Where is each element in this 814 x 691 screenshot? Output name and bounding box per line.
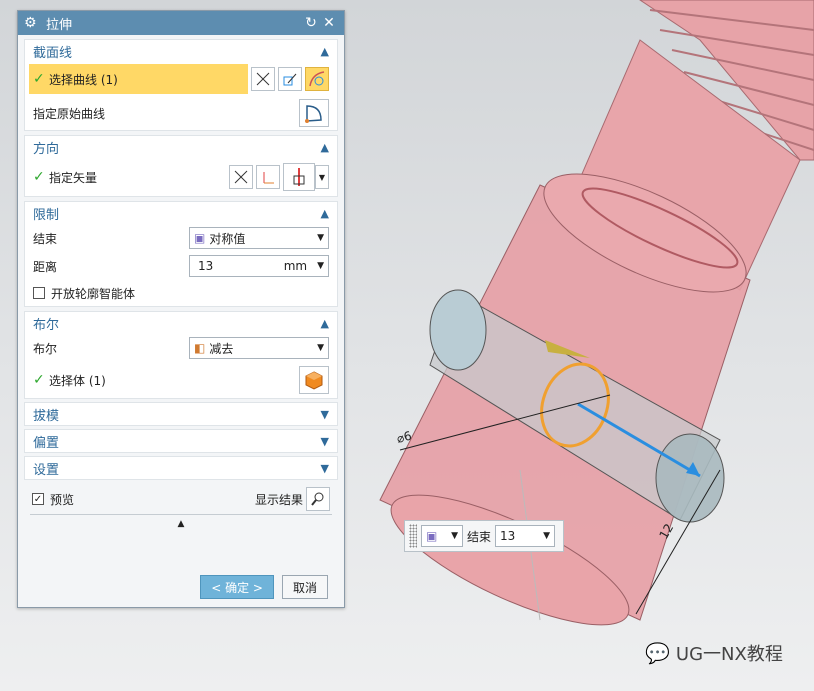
chevron-down-icon: ▼: [320, 461, 329, 475]
original-curve-row: 指定原始曲线: [25, 96, 337, 130]
chevron-up-icon: ▲: [320, 206, 329, 220]
section-header-label: 截面线: [33, 45, 73, 61]
chevron-down-icon[interactable]: ▼: [315, 165, 329, 189]
chevron-down-icon: ▼: [451, 531, 458, 541]
dialog-titlebar: ⚙ 拉伸 ↻ ✕: [18, 11, 344, 35]
boolean-group: 布尔 ▲ 布尔 ◧ 减去 ▼ ✓ 选择体 (1): [24, 311, 338, 399]
limits-header-label: 限制: [33, 207, 60, 223]
settings-group: 设置 ▼: [24, 456, 338, 480]
dialog-title: 拉伸: [46, 17, 73, 33]
draft-header[interactable]: 拔模 ▼: [25, 403, 337, 425]
preview-checkbox[interactable]: ✓: [32, 493, 44, 505]
end-row: 结束 ▣ 对称值 ▼: [25, 224, 337, 252]
limits-group: 限制 ▲ 结束 ▣ 对称值 ▼ 距离 13 mm ▼ 开放轮廓智能体: [24, 201, 338, 307]
checkmark-icon: ✓: [33, 372, 45, 388]
chevron-up-icon: ▲: [320, 316, 329, 330]
reverse-direction-icon[interactable]: [229, 165, 253, 189]
section-header[interactable]: 截面线 ▲: [25, 40, 337, 62]
distance-label: 距离: [33, 259, 58, 274]
draft-group: 拔模 ▼: [24, 402, 338, 426]
vector-type-icon[interactable]: [283, 163, 315, 191]
boolean-header[interactable]: 布尔 ▲: [25, 312, 337, 334]
open-profile-row: 开放轮廓智能体: [25, 280, 337, 306]
sketch-section-icon[interactable]: [278, 67, 302, 91]
watermark-text: UG一NX教程: [675, 644, 783, 665]
dialog-footer: < 确定 > 取消: [200, 575, 328, 599]
float-value: 13: [500, 529, 516, 543]
vector-row: ✓ 指定矢量 ▼: [25, 158, 337, 196]
end-select[interactable]: ▣ 对称值 ▼: [189, 227, 329, 249]
select-curve-row: ✓ 选择曲线 (1): [25, 62, 337, 96]
specify-vector-label: 指定矢量: [49, 170, 98, 185]
chevron-up-icon: ▲: [320, 140, 329, 154]
symmetric-icon: ▣: [194, 231, 206, 245]
chevron-up-icon: ▲: [320, 44, 329, 58]
cancel-button[interactable]: 取消: [281, 575, 328, 599]
gear-icon[interactable]: ⚙: [24, 15, 40, 31]
vector-dialog-icon[interactable]: [256, 165, 280, 189]
distance-row: 距离 13 mm ▼: [25, 252, 337, 280]
draft-header-label: 拔模: [33, 408, 60, 424]
extrude-dialog: ⚙ 拉伸 ↻ ✕ 截面线 ▲ ✓ 选择曲线 (1) 指定原始曲线 方向 ▲ ✓ …: [17, 10, 345, 608]
bool-row: 布尔 ◧ 减去 ▼: [25, 334, 337, 362]
bool-label: 布尔: [33, 341, 58, 356]
open-profile-checkbox[interactable]: [33, 287, 45, 299]
select-curve-label: 选择曲线 (1): [49, 72, 118, 87]
chevron-down-icon: ▼: [317, 233, 324, 243]
select-curve-field[interactable]: ✓ 选择曲线 (1): [29, 64, 248, 94]
direction-group: 方向 ▲ ✓ 指定矢量 ▼: [24, 135, 338, 197]
expand-arrow[interactable]: ▲: [30, 514, 332, 529]
chevron-down-icon: ▼: [317, 261, 324, 271]
distance-unit: mm: [283, 259, 308, 273]
offset-header[interactable]: 偏置 ▼: [25, 430, 337, 452]
offset-group: 偏置 ▼: [24, 429, 338, 453]
offset-header-label: 偏置: [33, 435, 60, 451]
chevron-down-icon: ▼: [543, 531, 551, 541]
reverse-icon[interactable]: [251, 67, 275, 91]
chevron-down-icon: ▼: [320, 407, 329, 421]
section-group: 截面线 ▲ ✓ 选择曲线 (1) 指定原始曲线: [24, 39, 338, 131]
chevron-down-icon: ▼: [320, 434, 329, 448]
solid-body-icon[interactable]: [299, 366, 329, 394]
select-body-row: ✓ 选择体 (1): [25, 362, 337, 398]
bool-select[interactable]: ◧ 减去 ▼: [189, 337, 329, 359]
select-body-label: 选择体 (1): [49, 373, 106, 388]
symmetric-icon: ▣: [426, 529, 438, 543]
show-result-magnifier-icon[interactable]: [306, 487, 330, 511]
checkmark-icon: ✓: [33, 169, 45, 185]
bool-select-value: 减去: [209, 341, 234, 356]
subtract-icon: ◧: [194, 341, 206, 355]
boolean-header-label: 布尔: [33, 317, 60, 333]
settings-header[interactable]: 设置 ▼: [25, 457, 337, 479]
preview-row: ✓ 预览 显示结果: [24, 484, 338, 514]
drag-handle-icon[interactable]: [409, 524, 417, 548]
open-profile-label: 开放轮廓智能体: [51, 286, 136, 301]
watermark: 💬 UG一NX教程: [645, 640, 783, 666]
wechat-icon: 💬: [645, 641, 670, 665]
floating-input-bar: ▣ ▼ 结束 13 ▼: [404, 520, 564, 552]
specify-original-label: 指定原始曲线: [33, 106, 106, 121]
distance-value: 13: [198, 259, 214, 273]
float-value-input[interactable]: 13 ▼: [495, 525, 556, 547]
end-label: 结束: [33, 231, 58, 246]
float-end-label: 结束: [467, 529, 492, 544]
reset-icon[interactable]: ↻: [302, 15, 320, 31]
end-select-value: 对称值: [209, 231, 246, 246]
original-curve-icon[interactable]: [299, 99, 329, 127]
direction-header-label: 方向: [33, 141, 60, 157]
settings-header-label: 设置: [33, 462, 60, 478]
close-icon[interactable]: ✕: [320, 15, 338, 31]
end-type-select[interactable]: ▣ ▼: [421, 525, 463, 547]
show-result-label: 显示结果: [254, 492, 303, 507]
chevron-down-icon: ▼: [317, 343, 324, 353]
preview-label: 预览: [50, 492, 75, 507]
distance-input[interactable]: 13 mm ▼: [189, 255, 329, 277]
curve-icon[interactable]: [305, 67, 329, 91]
checkmark-icon: ✓: [33, 71, 45, 87]
limits-header[interactable]: 限制 ▲: [25, 202, 337, 224]
ok-button[interactable]: < 确定 >: [200, 575, 274, 599]
direction-header[interactable]: 方向 ▲: [25, 136, 337, 158]
